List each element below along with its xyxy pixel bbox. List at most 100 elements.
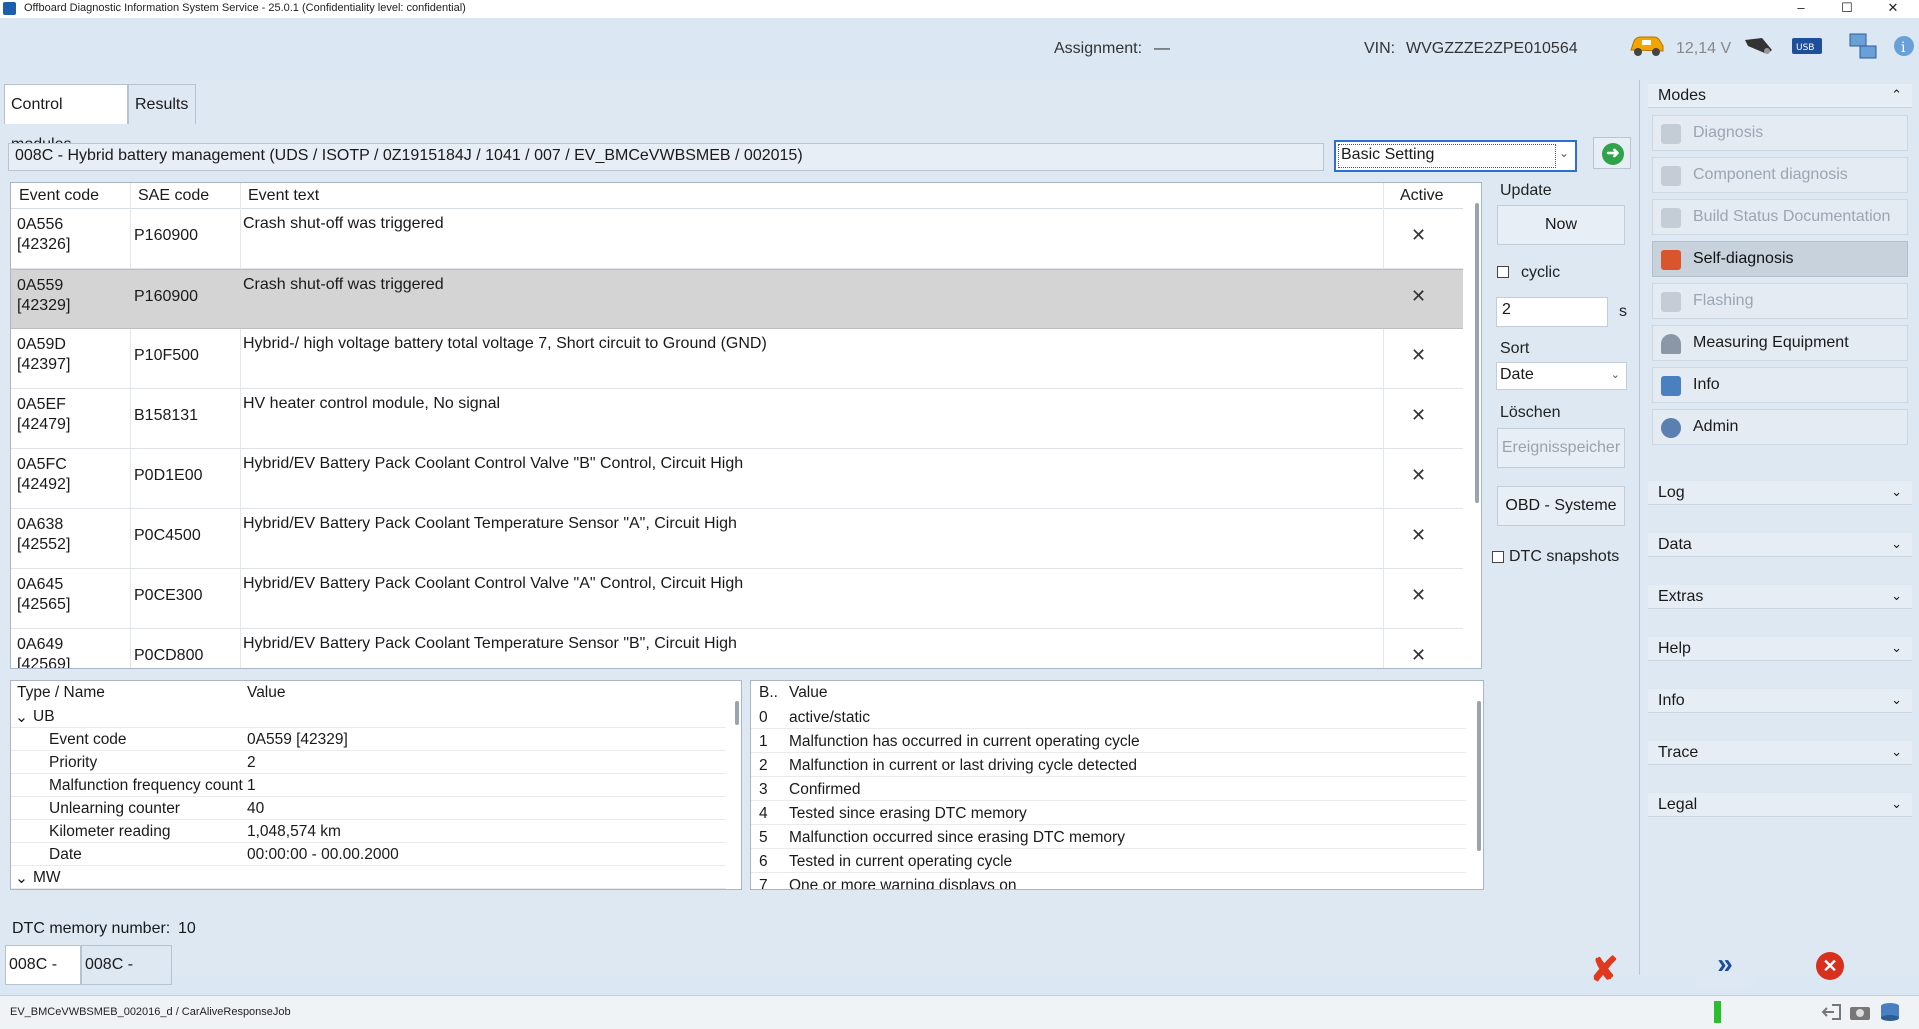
mode-diagnosis[interactable]: Diagnosis xyxy=(1652,115,1908,151)
assignment-label: Assignment: xyxy=(1054,40,1143,57)
section-data[interactable]: Data ⌄ xyxy=(1648,533,1912,557)
mode-component-diagnosis[interactable]: Component diagnosis xyxy=(1652,157,1908,193)
tab-008c-esp[interactable]: 008C - ESP xyxy=(81,945,172,1011)
bit-text: Malfunction in current or last driving c… xyxy=(789,757,1138,774)
interval-input[interactable]: 2 xyxy=(1496,297,1608,327)
detail-row[interactable]: Priority 2 xyxy=(11,751,726,774)
mode-build-status[interactable]: Build Status Documentation xyxy=(1652,199,1908,235)
event-row[interactable]: 0A5EF [42479] B158131 HV heater control m… xyxy=(11,389,1463,449)
column-bit[interactable]: B.. xyxy=(759,684,778,702)
vin-value: WVGZZZE2ZPE010564 xyxy=(1406,40,1578,57)
detail-row[interactable]: Event code 0A559 [42329] xyxy=(11,728,726,751)
tab-results[interactable]: Results xyxy=(128,84,196,124)
status-bits-table: B.. Value 0 active/static 1 Malfunction ha… xyxy=(750,680,1484,890)
active-x-icon: ✕ xyxy=(1411,345,1427,365)
info-icon[interactable]: i xyxy=(1892,34,1916,60)
event-row[interactable]: 0A556 [42326] P160900 Crash shut-off was … xyxy=(11,209,1463,269)
section-legal[interactable]: Legal ⌄ xyxy=(1648,793,1912,817)
detail-scrollbar[interactable] xyxy=(735,701,739,725)
mode-label: Build Status Documentation xyxy=(1693,208,1891,225)
sort-select[interactable]: Date ⌄ xyxy=(1496,362,1627,390)
bit-text: Tested in current operating cycle xyxy=(789,853,1013,870)
restore-button[interactable]: ☐ xyxy=(1824,0,1870,18)
column-event-text[interactable]: Event text xyxy=(248,187,319,205)
minimize-button[interactable]: – xyxy=(1778,0,1824,18)
bit-index: 0 xyxy=(759,709,768,726)
car-icon xyxy=(1630,36,1664,56)
detail-name: Event code xyxy=(49,731,127,748)
bit-text: Malfunction has occurred in current oper… xyxy=(789,733,1140,750)
detail-row[interactable]: Kilometer reading 1,048,574 km xyxy=(11,820,726,843)
tab-control-modules[interactable]: Control modules xyxy=(4,84,128,153)
column-value[interactable]: Value xyxy=(247,684,286,702)
update-now-button[interactable]: Now xyxy=(1497,205,1625,245)
event-code: 0A5EF xyxy=(17,396,66,413)
event-code: 0A59D xyxy=(17,336,66,353)
detail-row[interactable]: Date 00:00:00 - 00.00.2000 xyxy=(11,843,726,866)
mode-admin[interactable]: Admin xyxy=(1652,409,1908,445)
events-scrollbar[interactable] xyxy=(1475,203,1479,503)
obd-systems-button[interactable]: OBD - Systeme xyxy=(1497,486,1625,526)
mode-info[interactable]: Info xyxy=(1652,367,1908,403)
interval-unit: s xyxy=(1619,303,1627,320)
camera-icon[interactable] xyxy=(1848,1002,1872,1022)
cancel-icon[interactable]: ✕ xyxy=(1816,952,1844,980)
app-icon xyxy=(3,2,16,15)
close-window-button[interactable]: ✕ xyxy=(1870,0,1916,18)
section-help[interactable]: Help ⌄ xyxy=(1648,637,1912,661)
column-active[interactable]: Active xyxy=(1400,187,1444,205)
detail-row[interactable]: Unlearning counter 40 xyxy=(11,797,726,820)
cyclic-label: cyclic xyxy=(1521,264,1561,281)
event-text: HV heater control module, No signal xyxy=(243,395,501,412)
column-event-code[interactable]: Event code xyxy=(19,187,99,205)
detail-value: 0A559 [42329] xyxy=(247,731,348,748)
cyclic-checkbox[interactable] xyxy=(1497,266,1509,278)
mode-flashing[interactable]: Flashing xyxy=(1652,283,1908,319)
column-type-name[interactable]: Type / Name xyxy=(17,684,105,702)
component-icon xyxy=(1661,166,1681,186)
group-row-mw[interactable]: ⌄ MW xyxy=(11,866,726,889)
event-row[interactable]: 0A649 [42569] P0CD800 Hybrid/EV Battery P… xyxy=(11,629,1463,668)
exit-icon[interactable] xyxy=(1820,1002,1842,1022)
event-memory-button[interactable]: Ereignisspeicher xyxy=(1497,428,1625,468)
section-info[interactable]: Info ⌄ xyxy=(1648,689,1912,713)
close-red-x-icon[interactable]: ✘ xyxy=(1590,950,1619,990)
event-row-selected[interactable]: 0A559 [42329] P160900 Crash shut-off was … xyxy=(11,269,1463,329)
self-diagnosis-icon xyxy=(1661,250,1681,270)
event-row[interactable]: 0A645 [42565] P0CE300 Hybrid/EV Battery P… xyxy=(11,569,1463,629)
column-bit-value[interactable]: Value xyxy=(789,684,828,702)
expand-chevron-icon: ⌄ xyxy=(15,870,28,887)
section-extras[interactable]: Extras ⌄ xyxy=(1648,585,1912,609)
event-number: [42479] xyxy=(17,416,71,433)
bit-index: 3 xyxy=(759,781,768,798)
mode-select[interactable]: Basic Setting ⌄ xyxy=(1334,140,1577,172)
detail-row[interactable]: Malfunction frequency counter 1 xyxy=(11,774,726,797)
column-sae-code[interactable]: SAE code xyxy=(138,187,209,205)
mode-measuring-equipment[interactable]: Measuring Equipment xyxy=(1652,325,1908,361)
svg-text:USB: USB xyxy=(1796,43,1814,53)
go-button[interactable]: ➜ xyxy=(1593,137,1631,169)
event-code: 0A645 xyxy=(17,576,64,593)
bit-index: 2 xyxy=(759,757,768,774)
forward-double-arrow-icon[interactable]: » xyxy=(1696,948,1754,988)
event-row[interactable]: 0A59D [42397] P10F500 Hybrid-/ high volta… xyxy=(11,329,1463,389)
active-x-icon: ✕ xyxy=(1411,465,1427,485)
tab-008c-id[interactable]: 008C - ID xyxy=(5,945,81,1011)
detail-table: Type / Name Value ⌄ UB Event code 0A559 … xyxy=(10,680,742,890)
event-text: Hybrid/EV Battery Pack Coolant Control V… xyxy=(243,455,744,472)
event-row[interactable]: 0A5FC [42492] P0D1E00 Hybrid/EV Battery P… xyxy=(11,449,1463,509)
modes-header[interactable]: Modes ⌃ xyxy=(1648,84,1912,108)
chevron-down-icon: ⌄ xyxy=(1891,536,1902,551)
section-log[interactable]: Log ⌄ xyxy=(1648,481,1912,505)
database-icon[interactable] xyxy=(1878,1001,1902,1023)
section-trace[interactable]: Trace ⌄ xyxy=(1648,741,1912,765)
usb-icon: USB xyxy=(1792,38,1822,54)
event-text: Hybrid/EV Battery Pack Coolant Temperatu… xyxy=(243,515,737,532)
bits-scrollbar[interactable] xyxy=(1477,701,1481,851)
mode-self-diagnosis[interactable]: Self-diagnosis xyxy=(1652,241,1908,277)
dtc-snapshots-checkbox[interactable] xyxy=(1492,551,1504,563)
event-row[interactable]: 0A638 [42552] P0C4500 Hybrid/EV Battery P… xyxy=(11,509,1463,569)
event-number: [42397] xyxy=(17,356,71,373)
group-row-ub[interactable]: ⌄ UB xyxy=(11,705,726,728)
control-module-field[interactable]: 008C - Hybrid battery management (UDS / … xyxy=(8,143,1324,171)
